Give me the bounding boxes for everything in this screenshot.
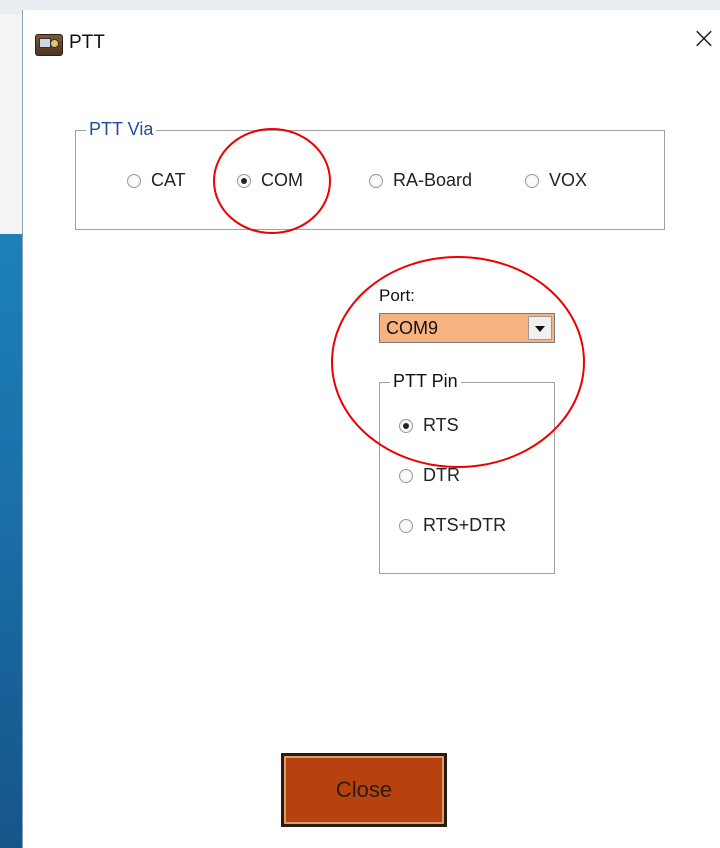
close-button[interactable]: Close xyxy=(281,753,447,827)
ptt-pin-legend: PTT Pin xyxy=(390,371,461,392)
ptt-pin-option-label: RTS+DTR xyxy=(423,515,507,535)
ptt-via-option-cat[interactable]: CAT xyxy=(127,170,186,191)
ptt-via-option-vox[interactable]: VOX xyxy=(525,170,587,191)
radio-button-icon[interactable] xyxy=(399,518,413,533)
radio-button-icon[interactable] xyxy=(369,173,383,188)
radio-button-checked-icon[interactable] xyxy=(237,173,251,188)
ptt-pin-option-label: DTR xyxy=(423,465,460,485)
chevron-down-icon[interactable] xyxy=(528,316,552,340)
radio-button-icon[interactable] xyxy=(127,173,141,188)
radio-button-icon[interactable] xyxy=(399,468,413,483)
close-button-label: Close xyxy=(284,756,444,824)
close-icon[interactable]: × xyxy=(691,24,717,54)
title-bar: PTT × xyxy=(23,10,720,72)
ptt-pin-option-rts[interactable]: RTS xyxy=(399,415,459,436)
port-select-value: COM9 xyxy=(386,318,439,338)
ptt-via-option-label: COM xyxy=(261,170,303,190)
port-label: Port: xyxy=(379,286,415,305)
ptt-pin-option-rts-dtr[interactable]: RTS+DTR xyxy=(399,515,506,536)
radio-button-icon[interactable] xyxy=(525,173,539,188)
ptt-pin-option-label: RTS xyxy=(423,415,459,435)
ptt-via-option-ra-board[interactable]: RA-Board xyxy=(369,170,472,191)
ptt-dialog: PTT × PTT Via CAT COM RA-Board VOX Port:… xyxy=(22,10,720,848)
port-select[interactable]: COM9 xyxy=(379,313,555,343)
radio-button-checked-icon[interactable] xyxy=(399,418,413,433)
ptt-via-option-label: CAT xyxy=(151,170,186,190)
ptt-pin-option-dtr[interactable]: DTR xyxy=(399,465,460,486)
window-title: PTT xyxy=(69,32,105,53)
ptt-via-option-label: VOX xyxy=(549,170,588,190)
radio-transceiver-icon xyxy=(35,34,63,56)
ptt-via-option-label: RA-Board xyxy=(393,170,473,190)
ptt-via-option-com[interactable]: COM xyxy=(237,170,303,191)
ptt-via-legend: PTT Via xyxy=(86,119,157,140)
